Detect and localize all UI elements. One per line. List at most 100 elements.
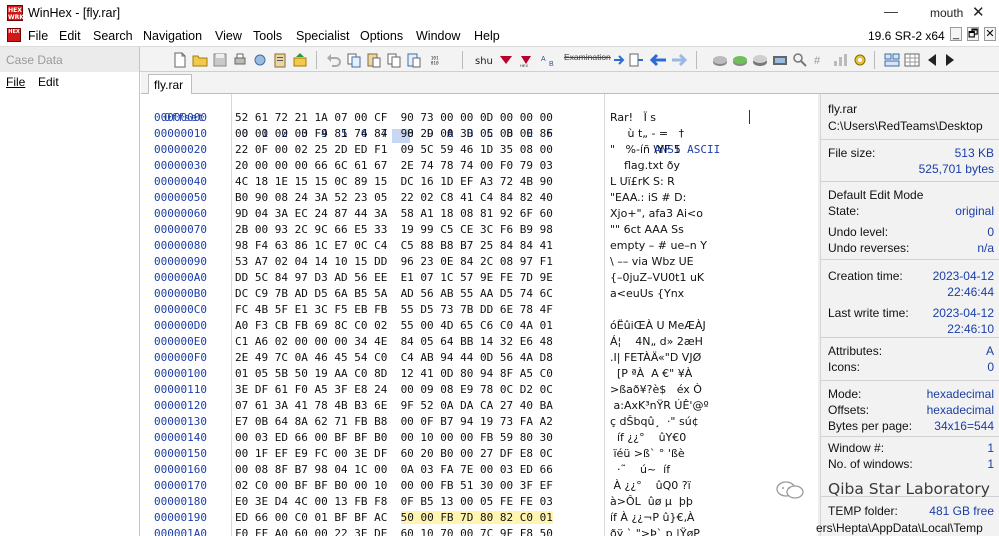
row-ascii[interactable]: empty – # ue–n Y [610,238,707,254]
copy-icon[interactable] [346,52,362,68]
goto-offset-icon[interactable] [628,52,644,68]
selected-bytes[interactable]: 50 00 FB 7D 80 82 C0 01 [400,511,553,524]
row-bytes[interactable]: 00 1F EF E9 FC 00 3E DF 60 20 B0 00 27 D… [235,446,553,462]
row-bytes[interactable]: A0 F3 CB FB 69 8C C0 02 55 00 4D 65 C6 C… [235,318,553,334]
row-ascii[interactable]: >ßað¥?è$ éx Ò [610,382,702,398]
row-ascii[interactable]: L Uï£rK S: R [610,174,675,190]
row-ascii[interactable]: óËûiŒÀ U MeÆÀJ [610,318,706,334]
row-ascii[interactable]: Á¦ 4N„ d» 2æH [610,334,703,350]
menu-help[interactable]: Help [474,29,500,43]
forward-arrow-icon[interactable] [670,52,688,68]
row-bytes[interactable]: F0 FF A0 60 00 22 3E DE 60 10 70 00 7C 9… [235,526,553,536]
copy-block-icon[interactable] [386,52,402,68]
row-bytes[interactable]: 20 00 00 00 66 6C 61 67 2E 74 78 74 00 F… [235,158,553,174]
tab-fly-rar[interactable]: fly.rar [148,74,192,95]
row-bytes[interactable]: E7 0B 64 8A 62 71 FB B8 00 0F B7 94 19 7… [235,414,553,430]
minimize-button[interactable]: — [884,3,898,19]
row-ascii[interactable]: Rar! Ï s [610,110,656,126]
row-ascii[interactable]: ·˜ ú~ íf [610,462,670,478]
row-bytes[interactable]: DD 5C 84 97 D3 AD 56 EE E1 07 1C 57 9E F… [235,270,553,286]
hex-editor[interactable]: Offset 0 1 2 3 4 5 6 7 8 9 A B C D E F A… [146,94,818,536]
new-file-icon[interactable] [172,52,188,68]
menu-file[interactable]: File [28,29,48,43]
arrow-right-small-icon[interactable] [612,52,626,68]
row-ascii[interactable]: íf ¿¿° ûY€0 [610,430,686,446]
menu-edit[interactable]: Edit [59,29,81,43]
row-bytes[interactable]: DC C9 7B AD D5 6A B5 5A AD 56 AB 55 AA D… [235,286,553,302]
mdi-minimize-button[interactable]: _ [950,27,962,41]
next-arrow-icon[interactable] [942,52,958,68]
magnifier-icon[interactable] [792,52,808,68]
replace-icon[interactable]: AB [540,52,560,68]
row-bytes[interactable]: 98 F4 63 86 1C E7 0C C4 C5 88 B8 B7 25 8… [235,238,553,254]
row-bytes[interactable]: B0 90 08 24 3A 52 23 05 22 02 C8 41 C4 8… [235,190,553,206]
row-bytes[interactable]: FC 4B 5F E1 3C F5 EB FB 55 D5 73 7B DD 6… [235,302,553,318]
row-bytes[interactable]: E0 3E D4 4C 00 13 FB F8 0F B5 13 00 05 F… [235,494,553,510]
disk-green-icon[interactable] [732,52,748,68]
row-bytes[interactable]: C1 A6 02 00 00 00 34 4E 84 05 64 BB 14 3… [235,334,553,350]
row-ascii[interactable]: "EAA.: iS # D: [610,190,686,206]
row-bytes[interactable]: 9D 04 3A EC 24 87 44 3A 58 A1 18 08 81 9… [235,206,553,222]
row-ascii[interactable]: .I| FETÀÄ«"D VJØ [610,350,701,366]
properties-icon[interactable] [252,52,268,68]
row-ascii[interactable]: \ –– via Wbz UE [610,254,694,270]
export-icon[interactable] [292,52,308,68]
mdi-close-button[interactable]: ✕ [984,27,996,41]
tile-windows-icon[interactable] [884,52,900,68]
menu-tools[interactable]: Tools [253,29,282,43]
row-bytes[interactable]: 3E DF 61 F0 A5 3F E8 24 00 09 08 E9 78 0… [235,382,553,398]
row-bytes[interactable]: 07 61 3A 41 78 4B B3 6E 9F 52 0A DA CA 2… [235,398,553,414]
grid-view-icon[interactable] [904,52,920,68]
row-ascii[interactable]: ù t„ - = † [610,126,684,142]
paste-block-icon[interactable] [406,52,422,68]
print-icon[interactable] [232,52,248,68]
document-icon[interactable]: HEX [7,28,21,42]
row-bytes[interactable]: 4C 18 1E 15 15 0C 89 15 DC 16 1D EF A3 7… [235,174,553,190]
row-bytes[interactable]: ED 66 00 C0 01 BF BF AC 50 00 FB 7D 80 8… [235,510,553,526]
row-ascii[interactable]: À ¿¿° ûQ0 ?ï [610,478,690,494]
row-bytes[interactable]: 01 05 5B 50 19 AA C0 8D 12 41 0D 80 94 8… [235,366,553,382]
row-ascii[interactable]: ç dŠbqû¸ ·" sú¢ [610,414,699,430]
row-ascii[interactable]: flag.txt ðy [610,158,680,174]
row-bytes[interactable]: 52 61 72 21 1A 07 00 CF 90 73 00 00 0D 0… [235,110,553,126]
ram-icon[interactable] [752,52,768,68]
open-folder-icon[interactable] [192,52,208,68]
search-hex-icon[interactable]: HEX [518,52,538,68]
clipboard-icon[interactable] [272,52,288,68]
row-ascii[interactable]: íf À ¿¿¬P û}€‚À [610,510,694,526]
row-ascii[interactable]: a<euUs {Ynx [610,286,684,302]
row-ascii[interactable]: à>ÔL ûø µ þþ [610,494,693,510]
image-file-icon[interactable] [772,52,788,68]
save-icon[interactable] [212,52,228,68]
case-menu-edit[interactable]: Edit [38,75,59,89]
row-bytes[interactable]: 00 08 8F B7 98 04 1C 00 0A 03 FA 7E 00 0… [235,462,553,478]
row-ascii[interactable]: {–0juZ–VU0t1 uK [610,270,704,286]
row-ascii[interactable]: ðÿ ` ">Þ` p |ŸøP [610,526,700,536]
row-bytes[interactable]: 00 00 00 00 F9 81 74 84 90 2D 00 3D 05 0… [235,126,553,142]
case-data-panel-header[interactable]: Case Data [0,47,140,72]
hash-icon[interactable]: # [812,52,828,68]
menu-search[interactable]: Search [93,29,133,43]
case-menu-file[interactable]: File [6,75,25,89]
row-bytes[interactable]: 53 A7 02 04 14 10 15 DD 96 23 0E 84 2C 0… [235,254,553,270]
row-bytes[interactable]: 22 0F 00 02 25 2D ED F1 09 5C 59 46 1D 3… [235,142,553,158]
row-ascii[interactable]: Xjo+", afa3 Ai<o [610,206,703,222]
menu-specialist[interactable]: Specialist [296,29,350,43]
row-ascii[interactable]: " %-íñ \YF 5 [610,142,681,158]
mdi-restore-button[interactable]: 🗗 [967,27,979,41]
disk-icon[interactable] [712,52,728,68]
row-ascii[interactable]: ïéü >ß` ° 'ßè [610,446,684,462]
row-ascii[interactable]: "" 6ct AAA Ss [610,222,684,238]
row-bytes[interactable]: 02 C0 00 BF BF B0 00 10 00 00 FB 51 30 0… [235,478,553,494]
chart-icon[interactable] [832,52,848,68]
menu-options[interactable]: Options [360,29,403,43]
menu-view[interactable]: View [215,29,242,43]
row-bytes[interactable]: 00 03 ED 66 00 BF BF B0 00 10 00 00 FB 5… [235,430,553,446]
row-bytes[interactable]: 2E 49 7C 0A 46 45 54 C0 C4 AB 94 44 0D 5… [235,350,553,366]
close-window-button[interactable]: ✕ [972,3,985,21]
prev-arrow-icon[interactable] [924,52,940,68]
search-text-icon[interactable]: shu [474,52,514,68]
back-arrow-icon[interactable] [648,52,668,68]
menu-window[interactable]: Window [416,29,460,43]
examination-button[interactable]: Examination [564,52,614,68]
